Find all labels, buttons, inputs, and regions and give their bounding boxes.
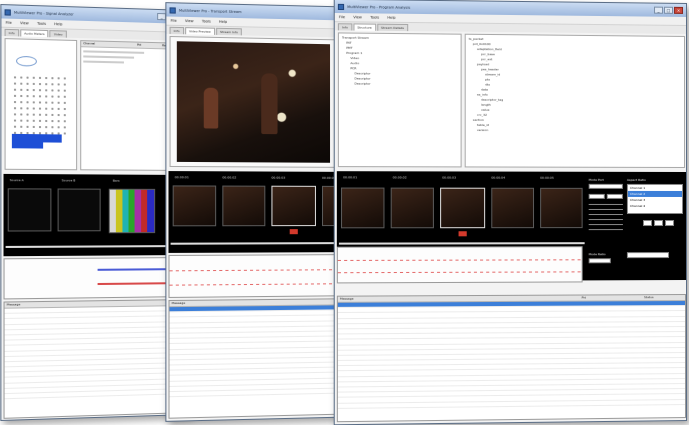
- menu-view[interactable]: View: [185, 19, 194, 23]
- video-thumbnail[interactable]: [173, 185, 216, 226]
- video-thumbnail[interactable]: [391, 188, 434, 229]
- aspect-ratio-label: Aspect Ratio: [627, 178, 646, 182]
- analyzer-window-left[interactable]: MultiViewer Pro - Signal Analyzer _ □ × …: [0, 4, 190, 421]
- menu-help[interactable]: Help: [387, 16, 395, 20]
- stream-tree-left: Transport Stream PAT PMT Program 1 Video…: [338, 32, 462, 167]
- channel-list: Channel 1 Channel 2 Channel 3 Channel 4: [627, 184, 683, 214]
- thumb-label: 00:00:02: [222, 175, 236, 179]
- figure-silhouette: [204, 88, 218, 129]
- option-button[interactable]: [654, 220, 663, 226]
- menu-tools[interactable]: Tools: [370, 15, 379, 19]
- video-thumbnail-selected[interactable]: [271, 186, 316, 226]
- list-row[interactable]: [83, 50, 144, 54]
- stream-tree-right: ts_packet pid_0x0100 adaptation_field pc…: [465, 34, 685, 168]
- close-button[interactable]: ×: [674, 7, 683, 14]
- menu-help[interactable]: Help: [219, 20, 227, 24]
- thumbnail-strip: Source A Source B Bars: [4, 174, 190, 256]
- tree-item[interactable]: version: [469, 128, 681, 134]
- tab-info[interactable]: Info: [5, 29, 19, 37]
- window-title: MultiViewer Pro - Program Analysis: [347, 4, 653, 12]
- mode-port-field[interactable]: [589, 184, 623, 189]
- tab-audio-meters[interactable]: Audio Meters: [20, 29, 49, 37]
- channel-grid-panel: [5, 38, 78, 170]
- waveform-graph: [4, 257, 190, 299]
- thumb-label: Source B: [62, 178, 76, 182]
- thumb-label: 00:00:05: [540, 176, 554, 180]
- active-channel-block: [12, 142, 43, 148]
- thumb-label: 00:00:01: [175, 175, 189, 179]
- playhead-marker[interactable]: [290, 229, 298, 234]
- menu-view[interactable]: View: [353, 15, 362, 19]
- video-thumbnail[interactable]: [341, 188, 384, 229]
- color-bars-thumbnail[interactable]: [109, 189, 155, 234]
- video-thumbnail[interactable]: [8, 188, 52, 231]
- list-row[interactable]: [83, 55, 134, 58]
- window-title: MultiViewer Pro - Transport Stream: [179, 8, 335, 16]
- timeline-track[interactable]: [339, 242, 585, 244]
- menu-view[interactable]: View: [20, 21, 29, 25]
- channel-list-item[interactable]: Channel 4: [628, 203, 682, 209]
- tab-stream-details[interactable]: Stream Details: [377, 24, 408, 31]
- window-title: MultiViewer Pro - Signal Analyzer: [14, 10, 156, 18]
- waveform-graph: [337, 246, 583, 283]
- analyzer-window-front[interactable]: MultiViewer Pro - Program Analysis _ □ ×…: [334, 0, 687, 425]
- timeline-track[interactable]: [6, 245, 187, 248]
- mode-port-label: Mode Port: [589, 178, 604, 182]
- tab-info[interactable]: Info: [338, 23, 352, 30]
- tab-stream-info[interactable]: Stream Info: [216, 28, 242, 36]
- thumb-label: 00:00:04: [491, 176, 505, 180]
- menu-file[interactable]: File: [171, 19, 177, 23]
- tab-video[interactable]: Video: [50, 30, 67, 38]
- list-row[interactable]: [83, 61, 124, 64]
- menu-file[interactable]: File: [339, 15, 345, 19]
- value-field[interactable]: [607, 194, 623, 199]
- column-status[interactable]: Status: [644, 295, 654, 300]
- thumb-label: Bars: [113, 179, 120, 183]
- thumb-label: 00:00:03: [271, 176, 285, 180]
- video-thumbnail[interactable]: [491, 188, 534, 228]
- menu-file[interactable]: File: [6, 21, 12, 25]
- stream-parameters: [589, 204, 623, 232]
- video-frame[interactable]: [177, 41, 330, 163]
- app-icon: [5, 9, 11, 15]
- menu-tools[interactable]: Tools: [37, 22, 46, 26]
- message-log: Message Pid Status: [337, 294, 686, 422]
- video-thumbnail[interactable]: [222, 186, 265, 227]
- minimize-button[interactable]: _: [654, 7, 663, 14]
- option-button[interactable]: [665, 220, 674, 226]
- menu-tools[interactable]: Tools: [202, 19, 211, 23]
- tree-item[interactable]: Descriptor: [342, 81, 457, 87]
- thumb-label: 00:00:01: [343, 175, 357, 179]
- mode-ratio-field[interactable]: [589, 258, 611, 263]
- tab-info[interactable]: Info: [170, 27, 184, 34]
- video-thumbnail[interactable]: [58, 189, 101, 232]
- figure-silhouette: [261, 73, 277, 134]
- playhead-marker[interactable]: [459, 231, 467, 236]
- mode-ratio-label: Mode Ratio: [589, 252, 606, 256]
- maximize-button[interactable]: □: [664, 7, 673, 14]
- app-icon: [170, 7, 176, 13]
- option-button[interactable]: [643, 220, 652, 226]
- video-thumbnail-selected[interactable]: [440, 188, 485, 229]
- value-field[interactable]: [589, 194, 605, 199]
- message-log: Message: [4, 299, 190, 419]
- graph-line-red: [338, 259, 583, 261]
- channel-grid: [12, 74, 70, 155]
- aspect-ratio-field[interactable]: [627, 252, 669, 258]
- menu-help[interactable]: Help: [54, 22, 62, 26]
- status-indicator: [16, 56, 37, 67]
- graph-line-red: [338, 271, 583, 273]
- tab-video-preview[interactable]: Video Preview: [185, 27, 215, 35]
- column-channel[interactable]: Channel: [81, 41, 137, 48]
- column-pid[interactable]: Pid: [137, 43, 162, 49]
- video-thumbnail[interactable]: [540, 188, 583, 228]
- thumb-label: Source A: [10, 178, 24, 182]
- thumb-label: 00:00:03: [442, 175, 456, 179]
- thumb-label: 00:00:02: [393, 175, 407, 179]
- column-pid[interactable]: Pid: [582, 295, 644, 300]
- app-icon: [338, 3, 344, 9]
- tab-structure[interactable]: Structure: [353, 23, 376, 30]
